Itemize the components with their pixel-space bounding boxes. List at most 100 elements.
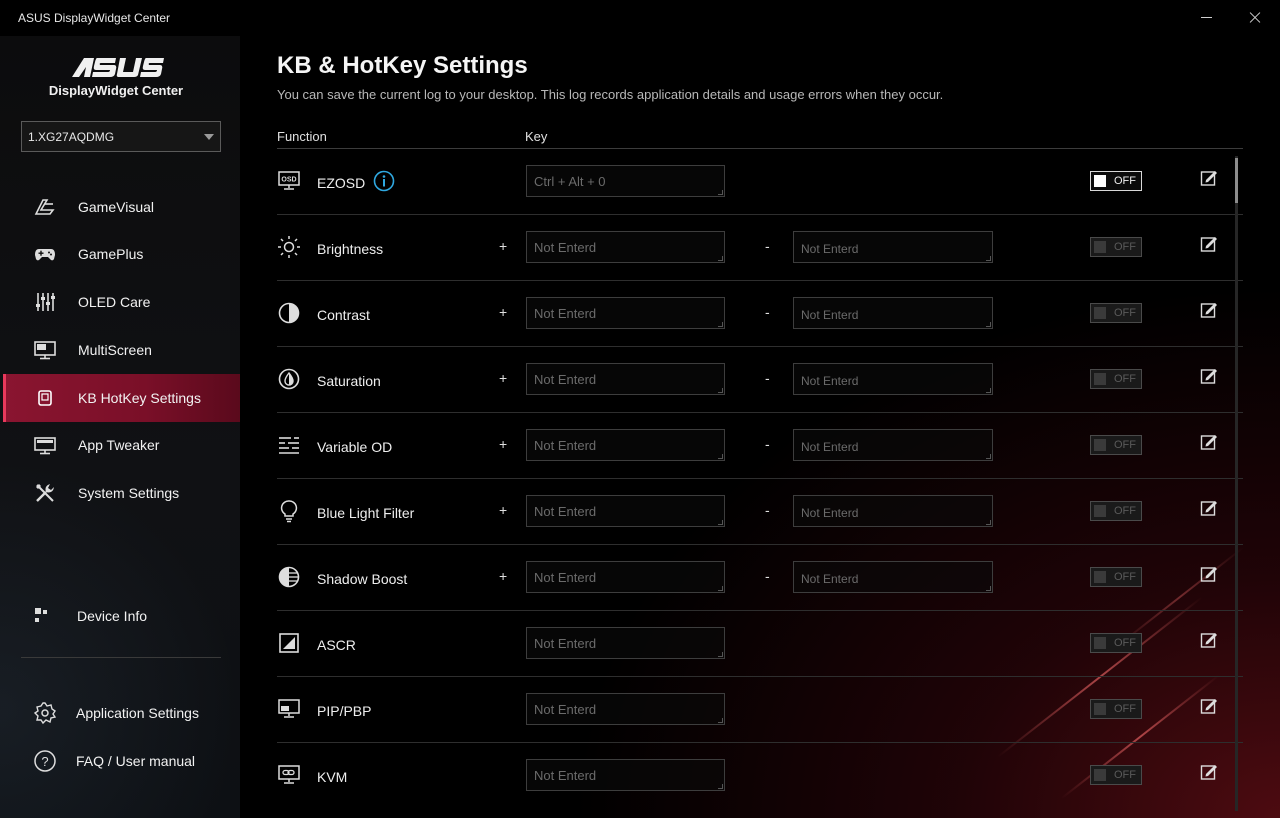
- sidebar-item-label: App Tweaker: [78, 437, 160, 453]
- edit-icon[interactable]: [1200, 763, 1218, 781]
- sidebar-item-device-info[interactable]: Device Info: [3, 592, 240, 640]
- device-select[interactable]: 1.XG27AQDMG: [21, 121, 221, 152]
- toggle-switch[interactable]: OFF: [1090, 435, 1142, 455]
- scrollbar-thumb[interactable]: [1235, 158, 1238, 203]
- title-bar: ASUS DisplayWidget Center: [0, 0, 1280, 36]
- sidebar-item-label: GameVisual: [78, 199, 155, 215]
- sidebar-item-gamevisual[interactable]: GameVisual: [3, 183, 240, 231]
- function-label: ASCR: [317, 637, 356, 653]
- toggle-label: OFF: [1114, 175, 1136, 187]
- hotkey-input-increase[interactable]: Not Enterd: [526, 561, 725, 593]
- kvm-icon: [278, 765, 300, 784]
- toggle-label: OFF: [1114, 439, 1136, 451]
- sidebar-item-label: KB HotKey Settings: [78, 390, 201, 406]
- sidebar-item-multiscreen[interactable]: MultiScreen: [3, 326, 240, 374]
- minimize-button[interactable]: [1192, 6, 1222, 30]
- toggle-label: OFF: [1114, 703, 1136, 715]
- hotkey-input-decrease[interactable]: Not Enterd: [793, 231, 993, 263]
- hotkey-input-increase[interactable]: Not Enterd: [526, 231, 725, 263]
- hotkey-input-decrease[interactable]: Not Enterd: [793, 363, 993, 395]
- edit-icon[interactable]: [1200, 499, 1218, 517]
- hotkey-input-increase[interactable]: Not Enterd: [526, 363, 725, 395]
- toggle-label: OFF: [1114, 241, 1136, 253]
- osd-icon: OSD: [278, 171, 300, 190]
- gear-icon: [33, 702, 57, 725]
- edit-icon[interactable]: [1200, 697, 1218, 715]
- hotkey-value: Not Enterd: [534, 768, 597, 783]
- edit-icon[interactable]: [1200, 367, 1218, 385]
- decrease-label: -: [765, 370, 770, 386]
- hotkey-input-increase[interactable]: Not Enterd: [526, 495, 725, 527]
- hotkey-input[interactable]: Ctrl + Alt + 0: [526, 165, 725, 197]
- edit-icon[interactable]: [1200, 169, 1218, 187]
- sidebar-item-app-tweaker[interactable]: App Tweaker: [3, 421, 240, 469]
- close-button[interactable]: [1240, 6, 1270, 30]
- hotkey-value: Not Enterd: [801, 506, 859, 520]
- toggle-knob: [1094, 769, 1106, 781]
- edit-icon[interactable]: [1200, 301, 1218, 319]
- hotkey-input-decrease[interactable]: Not Enterd: [793, 561, 993, 593]
- toggle-knob: [1094, 703, 1106, 715]
- toggle-switch[interactable]: OFF: [1090, 633, 1142, 653]
- edit-icon[interactable]: [1200, 631, 1218, 649]
- sidebar-item-kb-hotkey-settings[interactable]: KB HotKey Settings: [3, 374, 240, 422]
- device-info-icon: [35, 608, 47, 622]
- edit-icon[interactable]: [1200, 235, 1218, 253]
- sliders-icon: [36, 293, 55, 311]
- hotkey-row-ezosd: OSD EZOSD Ctrl + Alt + 0 OFF: [277, 149, 1243, 215]
- hotkey-input-decrease[interactable]: Not Enterd: [793, 297, 993, 329]
- ascr-icon: [279, 633, 299, 653]
- toggle-knob: [1094, 241, 1106, 253]
- hotkey-value: Not Enterd: [534, 372, 597, 387]
- toggle-knob: [1094, 571, 1106, 583]
- edit-icon[interactable]: [1200, 433, 1218, 451]
- sidebar-item-oled-care[interactable]: OLED Care: [3, 278, 240, 326]
- pip-icon: [278, 699, 300, 718]
- function-label: Shadow Boost: [317, 571, 408, 587]
- sidebar-item-gameplus[interactable]: GamePlus: [3, 230, 240, 278]
- toggle-switch[interactable]: OFF: [1090, 171, 1142, 191]
- toggle-switch[interactable]: OFF: [1090, 303, 1142, 323]
- toggle-switch[interactable]: OFF: [1090, 699, 1142, 719]
- hotkey-row-blue-light-filter: Blue Light Filter + Not Enterd - Not Ent…: [277, 479, 1243, 545]
- keyboard-icon: [38, 390, 52, 406]
- toggle-switch[interactable]: OFF: [1090, 369, 1142, 389]
- toggle-switch[interactable]: OFF: [1090, 501, 1142, 521]
- hotkey-input[interactable]: Not Enterd: [526, 759, 725, 791]
- function-label: Contrast: [317, 307, 370, 323]
- function-label: Variable OD: [317, 439, 393, 455]
- sidebar-item-application-settings[interactable]: Application Settings: [3, 689, 240, 737]
- hotkey-input[interactable]: Not Enterd: [526, 627, 725, 659]
- sidebar-item-faq[interactable]: ? FAQ / User manual: [3, 737, 240, 785]
- sidebar: DisplayWidget Center 1.XG27AQDMG GameVis…: [0, 36, 240, 818]
- toggle-switch[interactable]: OFF: [1090, 567, 1142, 587]
- toggle-label: OFF: [1114, 373, 1136, 385]
- toggle-switch[interactable]: OFF: [1090, 765, 1142, 785]
- increase-label: +: [499, 502, 508, 518]
- toggle-label: OFF: [1114, 571, 1136, 583]
- scrollbar[interactable]: [1235, 156, 1238, 811]
- hotkey-input[interactable]: Not Enterd: [526, 693, 725, 725]
- hotkey-row-ascr: ASCR Not Enterd OFF: [277, 611, 1243, 677]
- sidebar-item-system-settings[interactable]: System Settings: [3, 469, 240, 517]
- main-panel: KB & HotKey Settings You can save the cu…: [240, 36, 1280, 818]
- help-icon: ?: [34, 750, 56, 772]
- increase-label: +: [499, 370, 508, 386]
- hotkey-input-decrease[interactable]: Not Enterd: [793, 495, 993, 527]
- sidebar-item-label: Device Info: [77, 608, 148, 624]
- hotkey-value: Not Enterd: [534, 240, 597, 255]
- toggle-knob: [1094, 175, 1106, 187]
- hotkey-value: Not Enterd: [801, 440, 859, 454]
- toggle-knob: [1094, 637, 1106, 649]
- sun-icon: [278, 236, 300, 258]
- edit-icon[interactable]: [1200, 565, 1218, 583]
- increase-label: +: [499, 238, 508, 254]
- decrease-label: -: [765, 436, 770, 452]
- hotkey-input-increase[interactable]: Not Enterd: [526, 297, 725, 329]
- hotkey-input-decrease[interactable]: Not Enterd: [793, 429, 993, 461]
- hotkey-row-pip-pbp: PIP/PBP Not Enterd OFF: [277, 677, 1243, 743]
- toggle-switch[interactable]: OFF: [1090, 237, 1142, 257]
- hotkey-input-increase[interactable]: Not Enterd: [526, 429, 725, 461]
- increase-label: +: [499, 568, 508, 584]
- info-icon[interactable]: [373, 170, 395, 192]
